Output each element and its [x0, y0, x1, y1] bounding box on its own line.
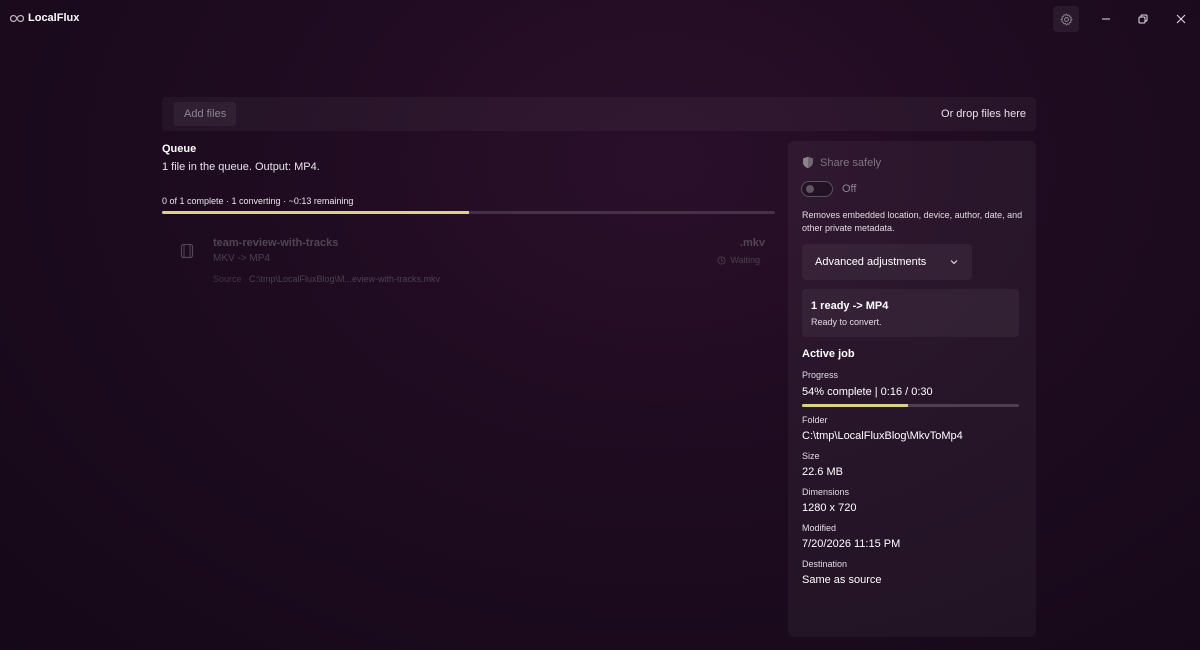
shield-icon: [803, 156, 813, 169]
modified-value: 7/20/2026 11:15 PM: [802, 538, 901, 550]
size-label: Size: [802, 451, 820, 461]
details-panel: Share safely Off Removes embedded locati…: [788, 141, 1036, 637]
clock-icon: [717, 255, 726, 265]
gear-icon: [1059, 13, 1073, 25]
ready-title: 1 ready -> MP4: [811, 300, 889, 312]
progress-value: 54% complete | 0:16 / 0:30: [802, 386, 933, 398]
folder-label: Folder: [802, 415, 828, 425]
chevron-down-icon: [950, 260, 958, 265]
queue-item-extension: .mkv: [739, 237, 765, 249]
share-safely-description: Removes embedded location, device, autho…: [802, 210, 1023, 233]
size-value: 22.6 MB: [802, 466, 843, 478]
dimensions-value: 1280 x 720: [802, 502, 857, 514]
queue-item[interactable]: team-review-with-tracks .mkv MKV -> MP4 …: [165, 230, 772, 292]
queue-item-source-label: Source: [213, 274, 242, 284]
share-safely-toggle[interactable]: [801, 181, 833, 197]
settings-button[interactable]: [1053, 6, 1079, 32]
queue-summary: 1 file in the queue. Output: MP4.: [162, 161, 320, 173]
destination-value: Same as source: [802, 574, 882, 586]
queue-status: 0 of 1 complete · 1 converting · ~0:13 r…: [162, 196, 354, 206]
queue-progress-bar: [162, 211, 775, 214]
minimize-icon: [1102, 18, 1110, 20]
queue-item-name: team-review-with-tracks: [213, 237, 339, 249]
job-progress-fill: [802, 404, 909, 407]
advanced-adjustments-label: Advanced adjustments: [815, 256, 927, 268]
destination-label: Destination: [802, 559, 848, 569]
toggle-state-label: Off: [842, 183, 857, 195]
drop-zone[interactable]: Add files Or drop files here: [162, 97, 1036, 131]
ready-summary-card: 1 ready -> MP4 Ready to convert.: [802, 289, 1019, 337]
infinity-logo-icon: [10, 14, 24, 23]
film-icon: [180, 243, 194, 259]
queue-item-source-path: C:\tmp\LocalFluxBlog\M...eview-with-trac…: [249, 274, 441, 284]
close-button[interactable]: [1170, 8, 1192, 30]
add-files-button[interactable]: Add files: [174, 102, 237, 126]
queue-item-state: Waiting: [717, 255, 760, 265]
title-bar: LocalFlux: [0, 0, 1200, 38]
queue-progress-fill: [162, 211, 469, 214]
queue-item-conversion: MKV -> MP4: [213, 253, 270, 264]
restore-button[interactable]: [1132, 8, 1154, 30]
close-icon: [1176, 14, 1186, 24]
app-title: LocalFlux: [28, 12, 80, 24]
advanced-adjustments-button[interactable]: Advanced adjustments: [802, 244, 972, 280]
minimize-button[interactable]: [1095, 8, 1117, 30]
toggle-knob: [806, 185, 814, 193]
folder-value: C:\tmp\LocalFluxBlog\MkvToMp4: [802, 430, 963, 442]
modified-label: Modified: [802, 523, 837, 533]
queue-title: Queue: [162, 143, 197, 155]
ready-subtitle: Ready to convert.: [811, 317, 882, 327]
progress-label: Progress: [802, 370, 839, 380]
queue-item-state-label: Waiting: [730, 255, 760, 265]
restore-icon: [1138, 14, 1148, 24]
dimensions-label: Dimensions: [802, 487, 850, 497]
job-progress-bar: [802, 404, 1019, 407]
drop-hint: Or drop files here: [941, 108, 1026, 120]
active-job-title: Active job: [802, 348, 855, 360]
share-safely-title: Share safely: [820, 157, 882, 169]
